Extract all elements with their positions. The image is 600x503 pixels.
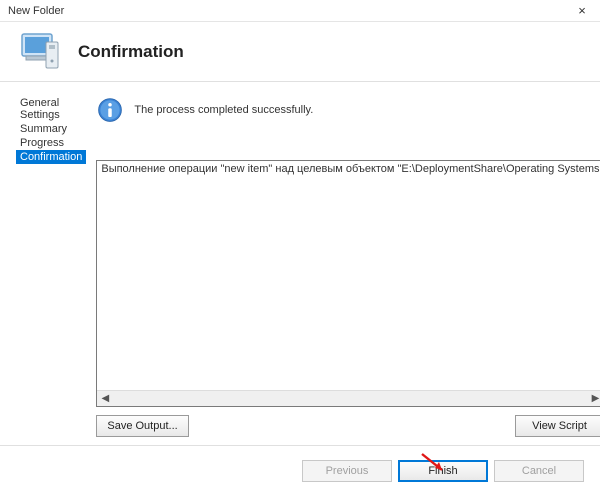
sidebar-item-progress[interactable]: Progress bbox=[16, 136, 86, 150]
wizard-steps-sidebar: General Settings Summary Progress Confir… bbox=[0, 82, 86, 445]
horizontal-scrollbar[interactable]: ◀ ▶ bbox=[97, 390, 600, 406]
sidebar-item-label: Progress bbox=[20, 137, 64, 149]
sidebar-item-general-settings[interactable]: General Settings bbox=[16, 96, 86, 122]
sidebar-item-confirmation[interactable]: Confirmation bbox=[16, 150, 86, 164]
output-buttons-row: Save Output... View Script bbox=[96, 415, 600, 437]
scroll-left-icon[interactable]: ◀ bbox=[97, 391, 113, 407]
wizard-header: Confirmation bbox=[0, 22, 600, 82]
sidebar-item-label: Confirmation bbox=[20, 151, 82, 163]
wizard-footer: Previous Finish Cancel bbox=[0, 446, 600, 496]
sidebar-item-label: General Settings bbox=[20, 97, 60, 121]
output-textbox[interactable]: Выполнение операции "new item" над целев… bbox=[96, 160, 600, 407]
save-output-button[interactable]: Save Output... bbox=[96, 415, 188, 437]
previous-button: Previous bbox=[302, 460, 392, 482]
info-icon bbox=[96, 96, 124, 124]
scroll-right-icon[interactable]: ▶ bbox=[588, 391, 600, 407]
finish-button[interactable]: Finish bbox=[398, 460, 488, 482]
window-title: New Folder bbox=[8, 5, 64, 17]
page-title: Confirmation bbox=[78, 42, 184, 62]
close-icon[interactable]: × bbox=[570, 3, 594, 18]
status-row: The process completed successfully. bbox=[96, 96, 600, 124]
status-message: The process completed successfully. bbox=[134, 104, 313, 116]
computer-icon bbox=[16, 28, 64, 76]
output-text: Выполнение операции "new item" над целев… bbox=[97, 161, 600, 177]
view-script-button[interactable]: View Script bbox=[515, 415, 600, 437]
titlebar: New Folder × bbox=[0, 0, 600, 22]
sidebar-item-label: Summary bbox=[20, 123, 67, 135]
wizard-body: General Settings Summary Progress Confir… bbox=[0, 82, 600, 446]
scroll-track[interactable] bbox=[113, 391, 587, 406]
wizard-content: The process completed successfully. Выпо… bbox=[86, 82, 600, 445]
sidebar-item-summary[interactable]: Summary bbox=[16, 122, 86, 136]
cancel-button: Cancel bbox=[494, 460, 584, 482]
